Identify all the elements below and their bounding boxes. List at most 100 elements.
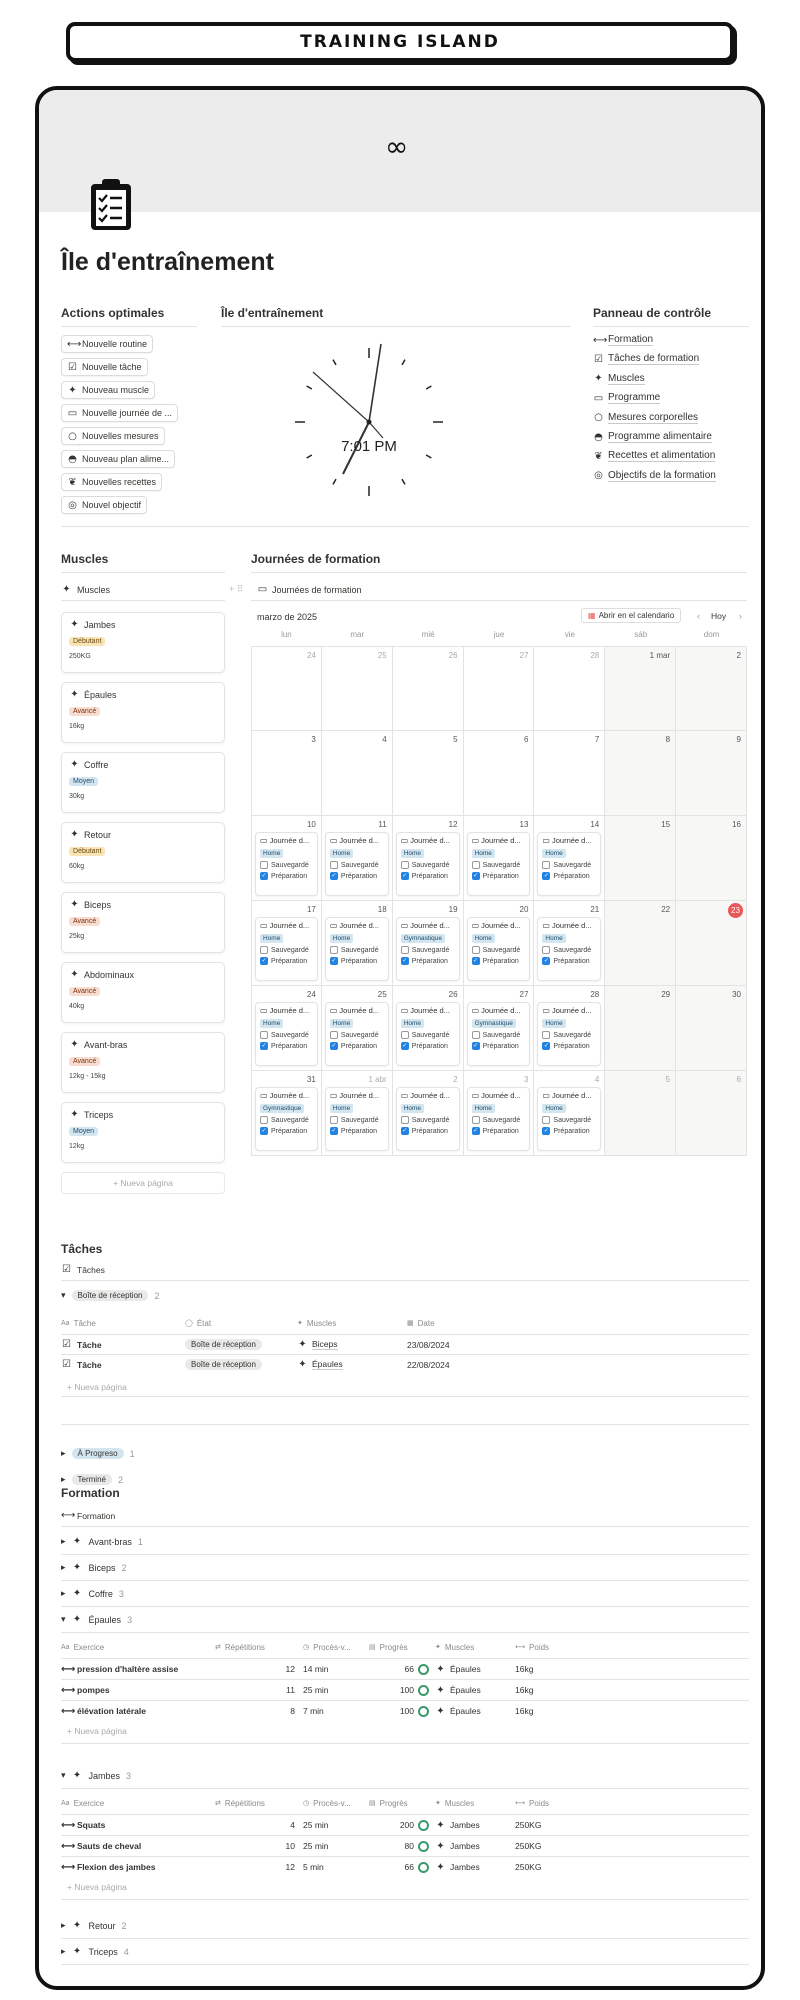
action-button-6[interactable]: ❦ Nouvelles recettes bbox=[61, 473, 163, 491]
column-header[interactable]: ⟷ Poids bbox=[515, 1638, 549, 1656]
duration-value[interactable]: 25 min bbox=[303, 1836, 329, 1856]
checkbox-checked-icon[interactable]: ✓ bbox=[400, 1127, 409, 1135]
column-header[interactable]: ▦ Date bbox=[407, 1314, 435, 1332]
column-header[interactable]: ⇄ Répétitions bbox=[215, 1794, 265, 1812]
muscle-card[interactable]: ✦ Abdominaux Avancé 40kg bbox=[61, 962, 225, 1023]
training-day-card[interactable]: ▭ Journée d... Home Sauvegardé ✓ Préparation bbox=[466, 832, 531, 896]
column-header[interactable]: Aa Exercice bbox=[61, 1638, 104, 1656]
checkbox-empty-icon[interactable] bbox=[260, 1116, 268, 1124]
column-header[interactable]: ✦ Muscles bbox=[435, 1638, 474, 1656]
column-header[interactable]: ⟷ Poids bbox=[515, 1794, 549, 1812]
training-day-card[interactable]: ▭ Journée d... Home Sauvegardé ✓ Préparation bbox=[324, 917, 389, 981]
calendar-day[interactable]: 30 bbox=[676, 986, 747, 1071]
calendar-day[interactable]: 11 ▭ Journée d... Home Sauvegardé ✓ Préparatio… bbox=[321, 816, 393, 901]
checkbox-checked-icon[interactable]: ✓ bbox=[329, 957, 338, 965]
prep-checkbox-row[interactable]: ✓ Préparation bbox=[260, 1042, 313, 1050]
exercise-muscle-cell[interactable]: ✦ Jambes bbox=[435, 1857, 479, 1877]
muscle-card[interactable]: ✦ Triceps Moyen 12kg bbox=[61, 1102, 225, 1163]
weight-value[interactable]: 250KG bbox=[515, 1815, 541, 1835]
training-day-card[interactable]: ▭ Journée d... Home Sauvegardé ✓ Préparation bbox=[255, 832, 318, 896]
column-header[interactable]: ▤ Progrès bbox=[369, 1794, 408, 1812]
reps-value[interactable]: 11 bbox=[215, 1680, 295, 1700]
prep-checkbox-row[interactable]: ✓ Préparation bbox=[260, 957, 313, 965]
column-header[interactable]: ◷ Procès-v... bbox=[303, 1638, 351, 1656]
action-button-7[interactable]: ◎ Nouvel objectif bbox=[61, 496, 148, 514]
column-header[interactable]: Aa Exercice bbox=[61, 1794, 104, 1812]
prep-checkbox-row[interactable]: ✓ Préparation bbox=[471, 1042, 526, 1050]
checkbox-empty-icon[interactable] bbox=[329, 1116, 338, 1124]
calendar-day[interactable]: 28 bbox=[534, 646, 606, 731]
checkbox-empty-icon[interactable] bbox=[542, 1116, 551, 1124]
calendar-day[interactable]: 24 ▭ Journée d... Home Sauvegardé ✓ Préparatio… bbox=[251, 986, 322, 1071]
calendar-day[interactable]: 10 ▭ Journée d... Home Sauvegardé ✓ Préparatio… bbox=[251, 816, 322, 901]
calendar-day[interactable]: 21 ▭ Journée d... Home Sauvegardé ✓ Préparatio… bbox=[534, 901, 606, 986]
prep-checkbox-row[interactable]: ✓ Préparation bbox=[400, 1127, 455, 1135]
checkbox-checked-icon[interactable]: ✓ bbox=[471, 1127, 480, 1135]
muscle-card[interactable]: ✦ Avant-bras Avancé 12kg - 15kg bbox=[61, 1032, 225, 1093]
saved-checkbox-row[interactable]: Sauvegardé bbox=[542, 861, 596, 869]
formation-group[interactable]: ▸ ✦ Biceps 2 bbox=[61, 1562, 127, 1573]
saved-checkbox-row[interactable]: Sauvegardé bbox=[260, 1031, 313, 1039]
training-day-card[interactable]: ▭ Journée d... Home Sauvegardé ✓ Préparation bbox=[537, 917, 602, 981]
saved-checkbox-row[interactable]: Sauvegardé bbox=[260, 946, 313, 954]
calendar-day[interactable]: 25 bbox=[321, 646, 393, 731]
checkbox-checked-icon[interactable]: ✓ bbox=[471, 1042, 480, 1050]
calendar-day[interactable]: 4 bbox=[321, 731, 393, 816]
calendar-day[interactable]: 4 ▭ Journée d... Home Sauvegardé ✓ Préparation bbox=[534, 1071, 606, 1156]
prep-checkbox-row[interactable]: ✓ Préparation bbox=[329, 872, 384, 880]
calendar-day[interactable]: 13 ▭ Journée d... Home Sauvegardé ✓ Préparatio… bbox=[463, 816, 535, 901]
prev-month-icon[interactable]: ‹ bbox=[697, 611, 700, 621]
reps-value[interactable]: 4 bbox=[215, 1815, 295, 1835]
checkbox-checked-icon[interactable]: ✓ bbox=[260, 957, 268, 965]
checkbox-empty-icon[interactable] bbox=[260, 861, 268, 869]
checkbox-empty-icon[interactable] bbox=[400, 861, 409, 869]
exercise-name-cell[interactable]: ⟷ pression d'haltère assise bbox=[61, 1659, 178, 1679]
saved-checkbox-row[interactable]: Sauvegardé bbox=[400, 861, 455, 869]
muscles-new-page-button[interactable]: + Nueva página bbox=[61, 1172, 225, 1194]
prep-checkbox-row[interactable]: ✓ Préparation bbox=[471, 872, 526, 880]
formation-group[interactable]: ▾ ✦ Jambes 3 bbox=[61, 1770, 131, 1781]
calendar-day[interactable]: 5 bbox=[392, 731, 464, 816]
formation-group[interactable]: ▸ ✦ Triceps 4 bbox=[61, 1946, 129, 1957]
calendar-day[interactable]: 3 bbox=[251, 731, 322, 816]
open-calendar-button[interactable]: ▦ Abrir en el calendario bbox=[581, 608, 682, 623]
column-header[interactable]: ◯ État bbox=[185, 1314, 211, 1332]
calendar-day[interactable]: 16 bbox=[676, 816, 747, 901]
calendar-day[interactable]: 3 ▭ Journée d... Home Sauvegardé ✓ Préparation bbox=[463, 1071, 535, 1156]
training-day-card[interactable]: ▭ Journée d... Home Sauvegardé ✓ Préparation bbox=[395, 832, 460, 896]
training-day-card[interactable]: ▭ Journée d... Home Sauvegardé ✓ Préparation bbox=[537, 1087, 602, 1151]
saved-checkbox-row[interactable]: Sauvegardé bbox=[400, 1031, 455, 1039]
action-button-1[interactable]: ☑ Nouvelle tâche bbox=[61, 358, 148, 376]
weight-value[interactable]: 250KG bbox=[515, 1857, 541, 1877]
dashboard-link-1[interactable]: ☑ Tâches de formation bbox=[593, 353, 700, 366]
checkbox-empty-icon[interactable] bbox=[400, 946, 409, 954]
muscles-view-tab[interactable]: ✦ Muscles bbox=[61, 584, 110, 595]
checkbox-empty-icon[interactable] bbox=[329, 1031, 338, 1039]
calendar-day[interactable]: 5 bbox=[605, 1071, 677, 1156]
calendar-day[interactable]: 2 bbox=[676, 646, 747, 731]
muscle-card[interactable]: ✦ Coffre Moyen 30kg bbox=[61, 752, 225, 813]
formation-group[interactable]: ▸ ✦ Avant-bras 1 bbox=[61, 1536, 143, 1547]
saved-checkbox-row[interactable]: Sauvegardé bbox=[400, 1116, 455, 1124]
calendar-day[interactable]: 26 ▭ Journée d... Home Sauvegardé ✓ Préparatio… bbox=[392, 986, 464, 1071]
calendar-day[interactable]: 1 mar bbox=[605, 646, 677, 731]
checkbox-checked-icon[interactable]: ✓ bbox=[542, 1042, 551, 1050]
exercise-name-cell[interactable]: ⟷ Squats bbox=[61, 1815, 105, 1835]
task-date[interactable]: 23/08/2024 bbox=[407, 1335, 450, 1354]
prep-checkbox-row[interactable]: ✓ Préparation bbox=[542, 872, 596, 880]
exercise-muscle-cell[interactable]: ✦ Épaules bbox=[435, 1680, 480, 1700]
dashboard-link-4[interactable]: ○ Mesures corporelles bbox=[593, 412, 699, 424]
add-block-icon[interactable]: + ⠿ bbox=[229, 584, 243, 595]
dashboard-link-0[interactable]: ⟷ Formation bbox=[593, 334, 654, 346]
weight-value[interactable]: 16kg bbox=[515, 1659, 533, 1679]
dashboard-link-5[interactable]: ◓ Programme alimentaire bbox=[593, 431, 712, 443]
calendar-day[interactable]: 22 bbox=[605, 901, 677, 986]
checkbox-empty-icon[interactable] bbox=[400, 1116, 409, 1124]
reps-value[interactable]: 8 bbox=[215, 1701, 295, 1721]
action-button-0[interactable]: ⟷ Nouvelle routine bbox=[61, 335, 154, 353]
calendar-view-tab[interactable]: ▭ Journées de formation bbox=[257, 584, 362, 595]
calendar-day[interactable]: 1 abr ▭ Journée d... Home Sauvegardé ✓ Prépara… bbox=[321, 1071, 393, 1156]
reps-value[interactable]: 12 bbox=[215, 1857, 295, 1877]
prep-checkbox-row[interactable]: ✓ Préparation bbox=[329, 1127, 384, 1135]
saved-checkbox-row[interactable]: Sauvegardé bbox=[400, 946, 455, 954]
